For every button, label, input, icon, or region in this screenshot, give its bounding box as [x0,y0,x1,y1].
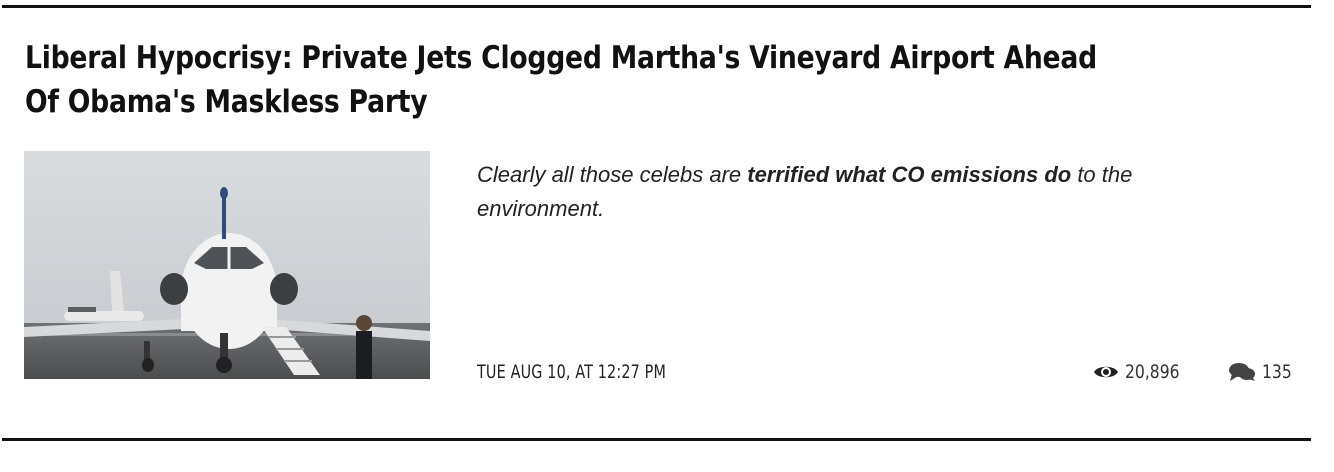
article-title[interactable]: Liberal Hypocrisy: Private Jets Clogged … [25,36,1100,124]
eye-icon [1094,366,1118,378]
private-jet-photo [24,151,430,379]
bottom-divider [2,438,1311,441]
comment-count[interactable]: 135 [1228,359,1298,385]
view-count[interactable]: 20,896 [1093,359,1191,385]
view-count-value: 20,896 [1125,361,1180,383]
top-divider [2,5,1311,8]
excerpt-emphasis: terrified what CO emissions do [747,162,1072,187]
comment-count-value: 135 [1262,361,1292,383]
excerpt-lead: Clearly all those celebs are [477,162,748,187]
article-thumbnail[interactable] [24,151,430,379]
article-excerpt: Clearly all those celebs are terrified w… [477,158,1217,226]
speech-bubbles-icon [1229,363,1255,381]
article-date: TUE AUG 10, AT 12:27 PM [477,361,667,383]
